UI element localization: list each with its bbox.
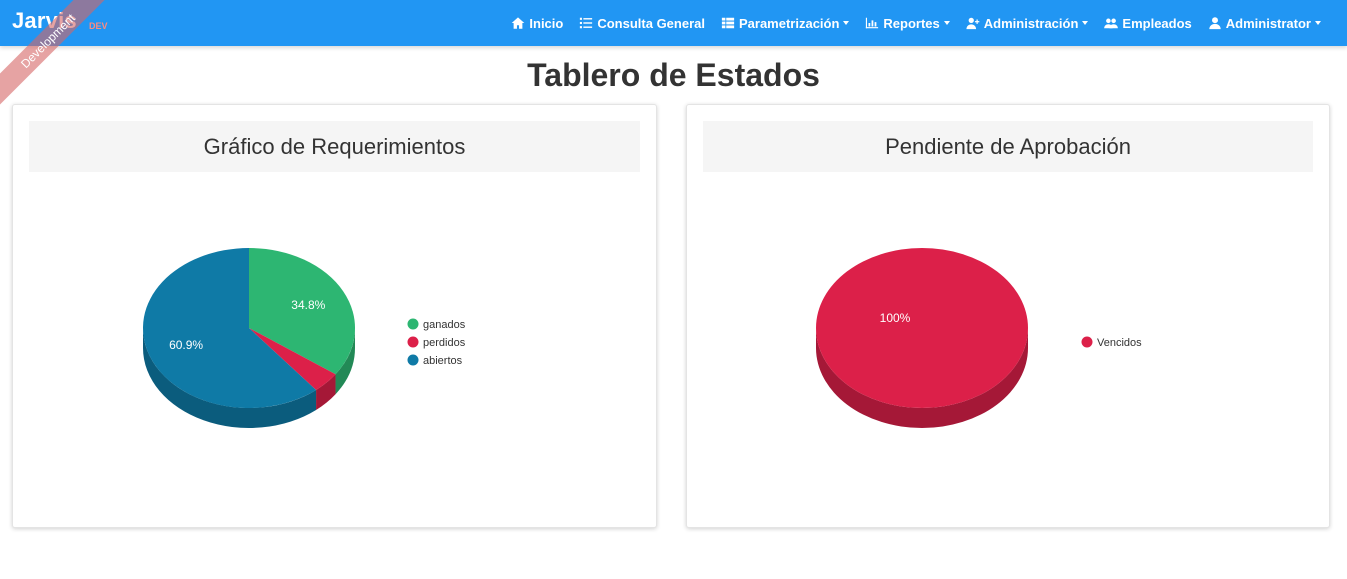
nav-administracion[interactable]: Administración <box>966 16 1089 31</box>
nav-user-menu[interactable]: Administrator <box>1208 16 1321 31</box>
legend-marker-perdidos <box>407 336 419 348</box>
navbar: Jarvis DEV Inicio Consulta General Param… <box>0 0 1347 46</box>
nav-inicio-label: Inicio <box>529 15 564 31</box>
nav-parametrizacion[interactable]: Parametrización <box>721 15 850 31</box>
user-icon <box>1209 17 1221 30</box>
legend-label-ganados[interactable]: ganados <box>423 319 466 331</box>
nav-reportes-label: Reportes <box>883 15 940 31</box>
legend-label-vencidos[interactable]: Vencidos <box>1097 337 1142 349</box>
chevron-down-icon <box>943 21 950 25</box>
user-plus-icon <box>966 17 980 30</box>
legend-label-perdidos[interactable]: perdidos <box>423 337 466 349</box>
nav-consulta-general-label: Consulta General <box>597 15 705 31</box>
nav-parametrizacion-label: Parametrización <box>738 15 840 31</box>
legend-marker-ganados <box>407 318 419 330</box>
pie-slice-vencidos[interactable] <box>816 248 1028 408</box>
pie-data-label-abiertos: 60.9% <box>169 338 203 352</box>
requerimientos-card: Gráfico de Requerimientos 34.8% 60.9% gana… <box>12 104 657 528</box>
list-icon <box>580 17 593 29</box>
requerimientos-pie-chart: 34.8% 60.9% ganados perdidos abiertos <box>142 248 466 428</box>
pie-data-label-vencidos: 100% <box>880 311 911 325</box>
chevron-down-icon <box>1315 21 1321 25</box>
legend-marker-vencidos <box>1081 336 1093 348</box>
chevron-down-icon <box>1082 21 1089 25</box>
aprobacion-card: Pendiente de Aprobación 100% Vencidos <box>686 104 1330 528</box>
users-icon <box>1104 18 1119 29</box>
brand-logo[interactable]: Jarvis <box>12 8 77 34</box>
legend-label-abiertos[interactable]: abiertos <box>423 355 463 367</box>
nav-user-label: Administrator <box>1225 15 1311 31</box>
chevron-down-icon <box>843 21 850 25</box>
aprobacion-pie-chart: 100% Vencidos <box>816 248 1142 428</box>
nav-reportes[interactable]: Reportes <box>865 15 950 31</box>
legend-marker-abiertos <box>407 354 419 366</box>
home-icon <box>512 17 525 29</box>
environment-badge: DEV <box>89 21 108 31</box>
nav-administracion-label: Administración <box>983 15 1079 31</box>
nav-inicio[interactable]: Inicio <box>511 16 563 31</box>
pie-data-label-ganados: 34.8% <box>291 298 325 312</box>
nav-consulta-general[interactable]: Consulta General <box>579 16 705 31</box>
nav-empleados[interactable]: Empleados <box>1104 15 1192 31</box>
page-title: Tablero de Estados <box>527 57 820 93</box>
nav-empleados-label: Empleados <box>1122 15 1192 31</box>
main-nav: Inicio Consulta General Parametrización … <box>495 0 1321 46</box>
table-icon <box>721 17 735 29</box>
bar-chart-icon <box>866 17 879 29</box>
